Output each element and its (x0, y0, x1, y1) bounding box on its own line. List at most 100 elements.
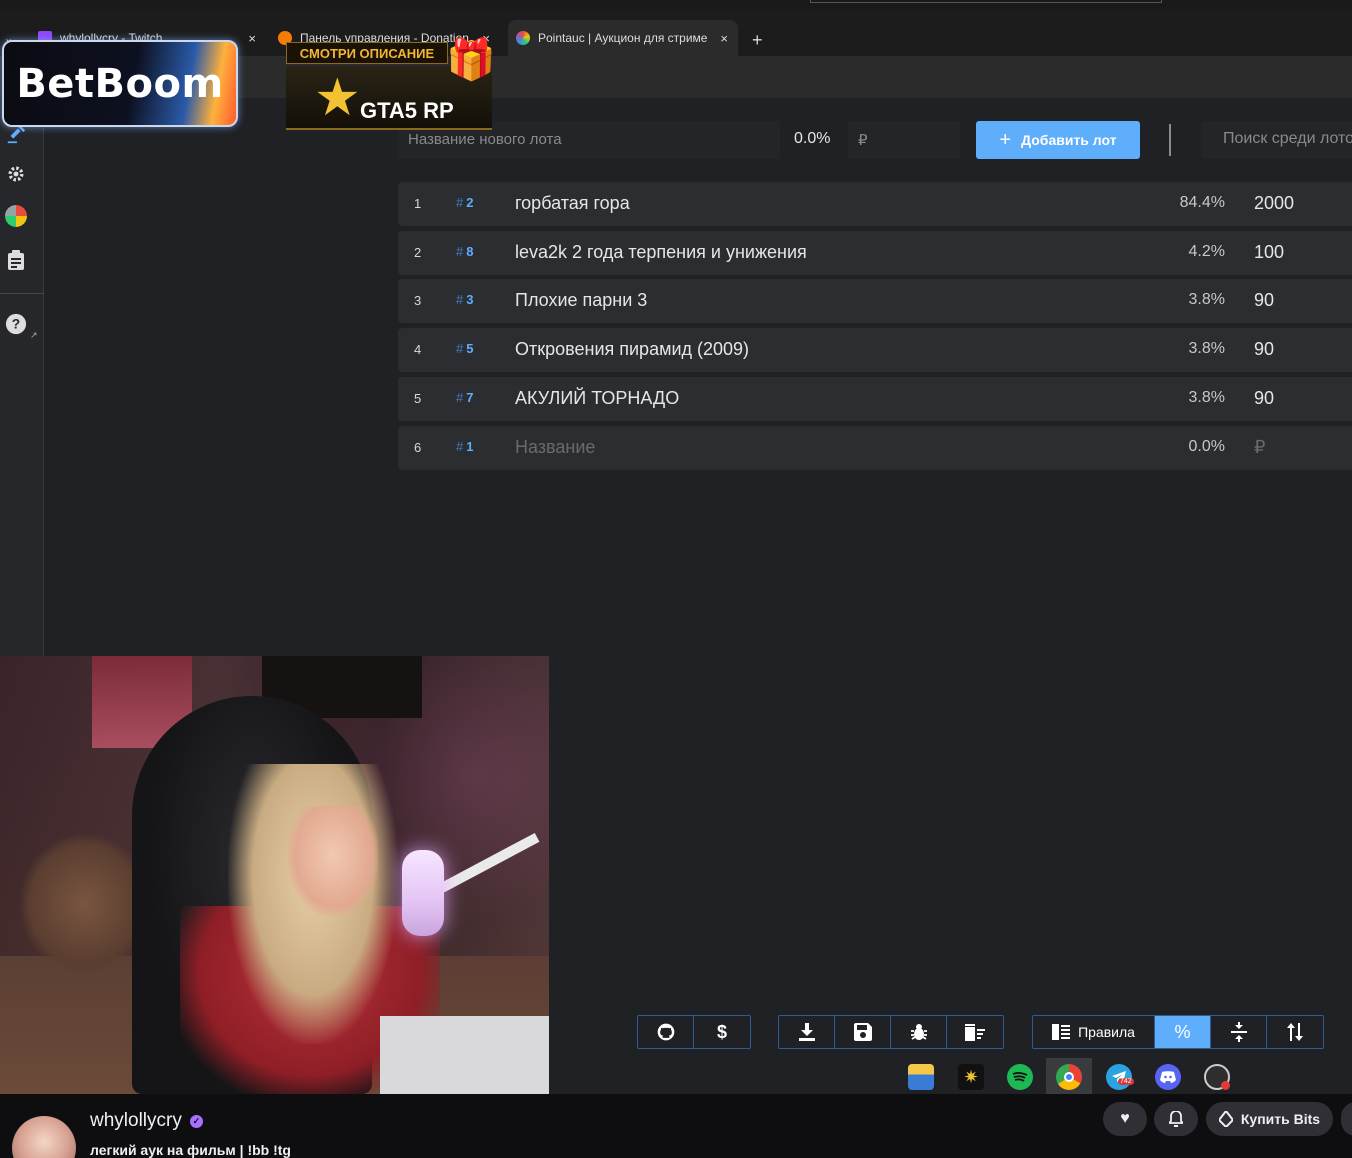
spotify-icon[interactable] (1007, 1064, 1033, 1090)
telegram-icon[interactable]: 742 (1106, 1064, 1134, 1090)
betboom-logo: BetBoom (2, 40, 238, 127)
notifications-button[interactable] (1154, 1102, 1198, 1136)
buy-bits-button[interactable]: Купить Bits (1206, 1102, 1333, 1136)
sidebar-divider (0, 293, 44, 294)
external-link-icon: ↗ (30, 330, 38, 340)
sort-icon (1287, 1023, 1303, 1041)
pie-chart-icon[interactable] (4, 204, 28, 228)
lot-percent: 0.0% (1188, 438, 1225, 455)
save-icon (853, 1023, 872, 1041)
file-explorer-icon[interactable] (908, 1064, 934, 1090)
table-row[interactable]: 5 #7 АКУЛИЙ ТОРНАДО 3.8% 90 (398, 377, 1352, 421)
lot-amount[interactable]: 90 (1254, 339, 1274, 360)
buy-bits-label: Купить Bits (1240, 1111, 1321, 1127)
webcam-desk (380, 1016, 549, 1094)
rules-icon (1052, 1024, 1071, 1040)
new-tab-button[interactable]: + (752, 30, 763, 51)
download-button[interactable] (779, 1016, 835, 1048)
help-icon[interactable]: ? (4, 312, 28, 336)
avatar[interactable] (12, 1116, 76, 1158)
file-actions-group (778, 1015, 1004, 1049)
close-tab-icon[interactable]: × (720, 31, 728, 46)
github-button[interactable] (638, 1016, 694, 1048)
app-sidebar: ? ↗ (0, 98, 44, 658)
pointauc-icon (516, 31, 530, 45)
gta-banner-title: GTA5 RP (360, 98, 454, 123)
bell-icon (1169, 1111, 1183, 1127)
donate-button[interactable]: $ (694, 1016, 750, 1048)
twitch-stream-info: whylollycry ✓ легкий аук на фильм | !bb … (0, 1094, 1352, 1158)
stream-title: легкий аук на фильм | !bb !tg (90, 1142, 291, 1158)
sort-button[interactable] (1267, 1016, 1323, 1048)
lot-name[interactable]: АКУЛИЙ ТОРНАДО (515, 388, 679, 409)
webcam-teddy-bear (20, 834, 150, 974)
bug-report-button[interactable] (891, 1016, 947, 1048)
betboom-text: BetBoom (16, 60, 224, 107)
lot-position: 3 (414, 293, 422, 308)
lot-name[interactable]: Плохие парни 3 (515, 290, 647, 311)
lot-percent: 3.8% (1188, 340, 1225, 357)
settings-icon[interactable] (4, 162, 28, 186)
clear-lots-button[interactable] (947, 1016, 1003, 1048)
bug-icon (910, 1024, 927, 1040)
lot-id: #1 (456, 439, 474, 454)
rules-button[interactable]: Правила (1033, 1016, 1155, 1048)
burst-app-icon[interactable]: ✷ (958, 1064, 984, 1090)
lot-position: 1 (414, 196, 422, 211)
lot-position: 4 (414, 342, 422, 357)
form-divider (1169, 124, 1171, 156)
lot-position: 2 (414, 245, 422, 260)
lot-amount[interactable]: 90 (1254, 388, 1274, 409)
tab-pointauc[interactable]: Pointauc | Аукцион для стриме × (508, 20, 738, 56)
lot-percent: 84.4% (1179, 194, 1225, 211)
table-row[interactable]: 1 #2 горбатая гора 84.4% 2000 (398, 182, 1352, 226)
lot-name[interactable]: горбатая гора (515, 193, 630, 214)
lot-name[interactable]: Откровения пирамид (2009) (515, 339, 749, 360)
download-icon (798, 1023, 815, 1041)
table-row[interactable]: 2 #8 leva2k 2 года терпения и унижения 4… (398, 231, 1352, 275)
lot-amount-input[interactable]: ₽ (848, 121, 960, 159)
webcam-streamer-face (288, 806, 378, 916)
lot-id: #3 (456, 292, 474, 307)
percent-toggle[interactable]: % (1155, 1016, 1211, 1048)
table-row[interactable]: 4 #5 Откровения пирамид (2009) 3.8% 90 (398, 328, 1352, 372)
dollar-icon: $ (716, 1021, 727, 1042)
lot-name[interactable]: leva2k 2 года терпения и унижения (515, 242, 807, 263)
new-lot-percent: 0.0% (794, 130, 831, 147)
search-placeholder: Поиск среди лотов (1223, 130, 1352, 147)
channel-name[interactable]: whylollycry (90, 1110, 182, 1132)
lot-id: #8 (456, 244, 474, 259)
more-options-button[interactable] (1341, 1102, 1352, 1136)
gift-icon: 🎁 (446, 38, 496, 82)
save-button[interactable] (835, 1016, 891, 1048)
lot-amount[interactable]: 90 (1254, 290, 1274, 311)
svg-text:?: ? (12, 317, 20, 332)
github-icon (657, 1023, 674, 1041)
lot-position: 5 (414, 391, 422, 406)
address-bar-edge[interactable] (810, 0, 1162, 3)
table-row[interactable]: 3 #3 Плохие парни 3 3.8% 90 (398, 279, 1352, 323)
lot-id: #5 (456, 341, 474, 356)
heart-icon: ♥ (1120, 1110, 1130, 1127)
table-row[interactable]: 6 #1 Название 0.0% ₽ (398, 426, 1352, 470)
links-group: $ (637, 1015, 751, 1049)
add-lot-button[interactable]: + Добавить лот (976, 121, 1140, 159)
lot-search-input[interactable]: Поиск среди лотов (1201, 121, 1352, 159)
compact-view-button[interactable] (1211, 1016, 1267, 1048)
lot-amount[interactable]: 2000 (1254, 193, 1294, 214)
chrome-icon[interactable] (1056, 1064, 1082, 1090)
follow-button[interactable]: ♥ (1103, 1102, 1147, 1136)
close-tab-icon[interactable]: × (248, 31, 256, 46)
trash-icon (965, 1024, 985, 1041)
clipboard-icon[interactable] (4, 248, 28, 272)
windows-taskbar: ✷ 742 (549, 1058, 1352, 1094)
lot-amount-input[interactable]: ₽ (1254, 437, 1265, 458)
discord-icon[interactable] (1155, 1064, 1181, 1090)
lot-position: 6 (414, 440, 422, 455)
tab-title: Pointauc | Аукцион для стриме (538, 31, 708, 45)
lot-amount[interactable]: 100 (1254, 242, 1284, 263)
lot-name-input[interactable]: Название (515, 437, 595, 458)
screen: ⌄ whylollycry - Twitch × Панель управлен… (0, 0, 1352, 1158)
obs-icon[interactable] (1204, 1064, 1230, 1090)
gta-banner-caption: СМОТРИ ОПИСАНИЕ (286, 42, 448, 64)
